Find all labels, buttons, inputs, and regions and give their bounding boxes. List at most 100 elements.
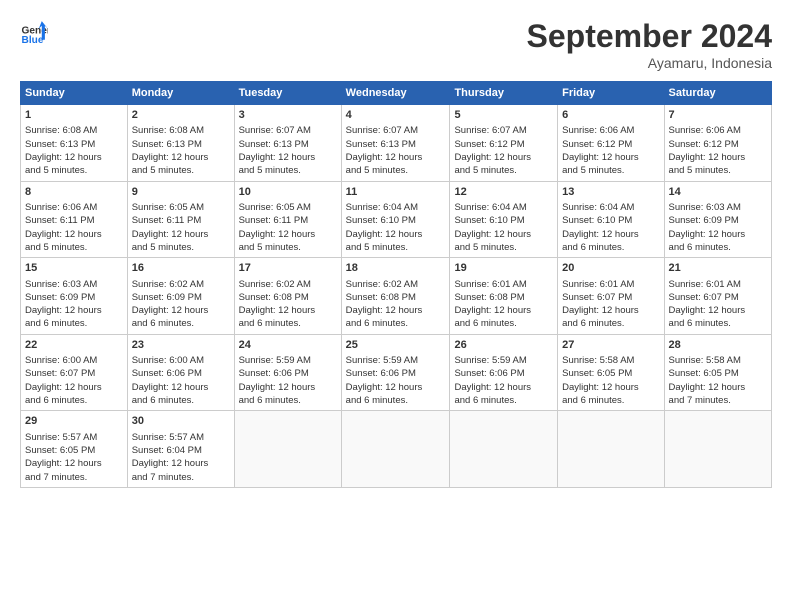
day-info-line: Daylight: 12 hours (132, 457, 230, 470)
day-number: 6 (562, 108, 659, 123)
day-info-line: and 6 minutes. (346, 394, 446, 407)
day-info-line: Sunrise: 5:57 AM (25, 431, 123, 444)
day-info-line: Sunrise: 6:04 AM (346, 201, 446, 214)
day-info-line: Sunset: 6:05 PM (669, 367, 767, 380)
day-info-line: Sunrise: 6:06 AM (25, 201, 123, 214)
calendar-cell (450, 411, 558, 488)
day-info-line: and 5 minutes. (239, 241, 337, 254)
day-number: 20 (562, 261, 659, 276)
day-info-line: and 5 minutes. (346, 241, 446, 254)
day-info-line: and 5 minutes. (239, 164, 337, 177)
calendar-cell: 28Sunrise: 5:58 AMSunset: 6:05 PMDayligh… (664, 334, 771, 411)
calendar-cell: 25Sunrise: 5:59 AMSunset: 6:06 PMDayligh… (341, 334, 450, 411)
day-info-line: Daylight: 12 hours (562, 228, 659, 241)
calendar-cell: 6Sunrise: 6:06 AMSunset: 6:12 PMDaylight… (558, 105, 664, 182)
day-info-line: Sunrise: 6:07 AM (454, 124, 553, 137)
day-info-line: Sunset: 6:11 PM (239, 214, 337, 227)
day-info-line: and 6 minutes. (562, 241, 659, 254)
day-info-line: and 6 minutes. (132, 394, 230, 407)
day-info-line: Daylight: 12 hours (25, 228, 123, 241)
day-number: 30 (132, 414, 230, 429)
day-info-line: Sunset: 6:08 PM (454, 291, 553, 304)
header-friday: Friday (558, 82, 664, 105)
calendar-cell (234, 411, 341, 488)
day-info-line: Sunrise: 6:02 AM (132, 278, 230, 291)
day-number: 26 (454, 338, 553, 353)
day-info-line: Daylight: 12 hours (562, 304, 659, 317)
calendar-cell: 22Sunrise: 6:00 AMSunset: 6:07 PMDayligh… (21, 334, 128, 411)
calendar-cell: 2Sunrise: 6:08 AMSunset: 6:13 PMDaylight… (127, 105, 234, 182)
calendar-cell: 7Sunrise: 6:06 AMSunset: 6:12 PMDaylight… (664, 105, 771, 182)
day-number: 3 (239, 108, 337, 123)
day-info-line: Sunset: 6:08 PM (239, 291, 337, 304)
day-info-line: and 7 minutes. (132, 471, 230, 484)
calendar-week-2: 8Sunrise: 6:06 AM Sunset: 6:11 PM Daylight… (21, 181, 772, 258)
calendar-cell: 21Sunrise: 6:01 AMSunset: 6:07 PMDayligh… (664, 258, 771, 335)
day-info-line: Sunset: 6:06 PM (346, 367, 446, 380)
day-info-line: Sunrise: 5:57 AM (132, 431, 230, 444)
calendar-cell: 15Sunrise: 6:03 AMSunset: 6:09 PMDayligh… (21, 258, 128, 335)
day-info-line: Daylight: 12 hours (239, 151, 337, 164)
day-info-line: Sunset: 6:04 PM (132, 444, 230, 457)
day-info-line: and 6 minutes. (454, 317, 553, 330)
day-number: 12 (454, 185, 553, 200)
day-number: 14 (669, 185, 767, 200)
title-block: September 2024 Ayamaru, Indonesia (527, 18, 772, 71)
calendar-cell: 4Sunrise: 6:07 AMSunset: 6:13 PMDaylight… (341, 105, 450, 182)
calendar-week-5: 29Sunrise: 5:57 AMSunset: 6:05 PMDayligh… (21, 411, 772, 488)
day-number: 13 (562, 185, 659, 200)
calendar-cell: 11Sunrise: 6:04 AMSunset: 6:10 PMDayligh… (341, 181, 450, 258)
day-info-line: Daylight: 12 hours (25, 304, 123, 317)
calendar-cell: 5Sunrise: 6:07 AMSunset: 6:12 PMDaylight… (450, 105, 558, 182)
day-info-line: Sunrise: 6:06 AM (562, 124, 659, 137)
day-info-line: Sunrise: 6:06 AM (669, 124, 767, 137)
day-number: 5 (454, 108, 553, 123)
day-info-line: Daylight: 12 hours (346, 381, 446, 394)
day-info-line: Sunset: 6:09 PM (25, 291, 123, 304)
day-info-line: and 5 minutes. (454, 241, 553, 254)
day-info-line: Sunset: 6:10 PM (562, 214, 659, 227)
day-number: 11 (346, 185, 446, 200)
calendar-cell: 18Sunrise: 6:02 AMSunset: 6:08 PMDayligh… (341, 258, 450, 335)
day-number: 16 (132, 261, 230, 276)
calendar-cell (664, 411, 771, 488)
day-number: 23 (132, 338, 230, 353)
calendar-cell: 10Sunrise: 6:05 AMSunset: 6:11 PMDayligh… (234, 181, 341, 258)
calendar-cell: 23Sunrise: 6:00 AMSunset: 6:06 PMDayligh… (127, 334, 234, 411)
day-info-line: Daylight: 12 hours (25, 151, 123, 164)
day-info-line: Sunrise: 6:02 AM (346, 278, 446, 291)
day-info-line: and 7 minutes. (25, 471, 123, 484)
day-info-line: Sunset: 6:05 PM (25, 444, 123, 457)
day-info-line: and 6 minutes. (239, 317, 337, 330)
svg-text:Blue: Blue (22, 35, 44, 46)
day-info-line: Sunrise: 6:00 AM (132, 354, 230, 367)
day-info-line: Daylight: 12 hours (669, 228, 767, 241)
day-info-line: Sunset: 6:12 PM (562, 138, 659, 151)
calendar-cell: 27Sunrise: 5:58 AMSunset: 6:05 PMDayligh… (558, 334, 664, 411)
logo-icon: General Blue (20, 18, 48, 46)
day-info-line: and 5 minutes. (25, 241, 123, 254)
day-info-line: Sunset: 6:06 PM (454, 367, 553, 380)
location-subtitle: Ayamaru, Indonesia (527, 55, 772, 71)
day-info-line: and 5 minutes. (132, 241, 230, 254)
day-info-line: and 6 minutes. (346, 317, 446, 330)
logo: General Blue (20, 18, 48, 46)
day-info-line: Daylight: 12 hours (562, 381, 659, 394)
calendar-cell: 3Sunrise: 6:07 AMSunset: 6:13 PMDaylight… (234, 105, 341, 182)
header-sunday: Sunday (21, 82, 128, 105)
day-info-line: and 5 minutes. (132, 164, 230, 177)
day-info-line: Daylight: 12 hours (239, 381, 337, 394)
day-info-line: Sunset: 6:07 PM (562, 291, 659, 304)
day-info-line: and 5 minutes. (25, 164, 123, 177)
day-number: 2 (132, 108, 230, 123)
header-row: Sunday Monday Tuesday Wednesday Thursday… (21, 82, 772, 105)
day-number: 15 (25, 261, 123, 276)
day-info-line: and 5 minutes. (346, 164, 446, 177)
day-number: 8 (25, 185, 123, 200)
day-info-line: and 5 minutes. (669, 164, 767, 177)
day-info-line: Sunset: 6:13 PM (346, 138, 446, 151)
day-info-line: Sunrise: 6:01 AM (562, 278, 659, 291)
day-info-line: and 6 minutes. (562, 317, 659, 330)
day-info-line: Daylight: 12 hours (346, 304, 446, 317)
day-info-line: Sunrise: 6:01 AM (669, 278, 767, 291)
